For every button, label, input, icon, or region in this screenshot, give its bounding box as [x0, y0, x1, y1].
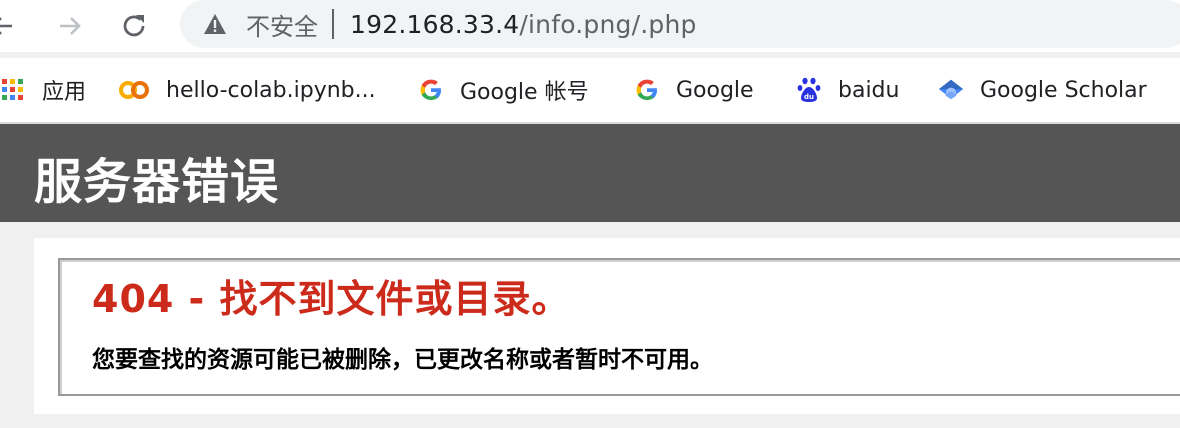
content-panel: 404 - 找不到文件或目录。 您要查找的资源可能已被删除，已更改名称或者暂时不…: [34, 238, 1180, 414]
back-arrow-icon: [0, 17, 12, 35]
forward-arrow-icon: [60, 17, 81, 35]
bookmark-google[interactable]: Google: [634, 70, 754, 110]
security-status-label[interactable]: 不安全: [246, 7, 318, 42]
google-g-icon: [634, 77, 660, 103]
google-g-icon: [418, 77, 444, 103]
reload-button[interactable]: [114, 6, 154, 46]
bookmark-label: Google: [676, 77, 754, 103]
bookmark-label: 应用: [42, 80, 87, 105]
bookmark-apps[interactable]: 应用: [0, 70, 86, 110]
baidu-paw-icon: du: [796, 77, 822, 103]
reload-icon: [123, 15, 145, 37]
bookmark-label: baidu: [838, 77, 900, 103]
colab-icon: [118, 77, 150, 103]
warning-triangle-icon[interactable]: [202, 11, 228, 37]
bookmark-label: hello-colab.ipynb...: [166, 77, 376, 103]
error-box: 404 - 找不到文件或目录。 您要查找的资源可能已被删除，已更改名称或者暂时不…: [58, 258, 1180, 396]
address-bar[interactable]: 不安全 192.168.33.4/info.png/.php: [180, 0, 1180, 48]
back-button[interactable]: [0, 6, 22, 46]
browser-toolbar: 不安全 192.168.33.4/info.png/.php: [0, 0, 1180, 52]
error-title: 404 - 找不到文件或目录。: [92, 277, 571, 321]
bookmarks-bar: 应用 hello-colab.ipynb... Google 帐号 Google…: [0, 58, 1180, 124]
forward-button[interactable]: [50, 6, 90, 46]
url-text[interactable]: 192.168.33.4/info.png/.php: [350, 10, 697, 39]
address-separator: [332, 9, 334, 39]
bookmark-google-scholar[interactable]: Google Scholar: [938, 70, 1147, 110]
url-host: 192.168.33.4: [350, 9, 520, 39]
bookmark-label: Google Scholar: [980, 77, 1147, 103]
svg-text:du: du: [804, 93, 814, 101]
google-scholar-icon: [938, 77, 964, 103]
bookmark-baidu[interactable]: du baidu: [796, 70, 899, 110]
bookmark-label: Google 帐号: [460, 80, 589, 105]
page-header: 服务器错误: [0, 124, 1180, 222]
url-path: /info.png/.php: [519, 9, 697, 39]
error-message: 您要查找的资源可能已被删除，已更改名称或者暂时不可用。: [92, 347, 713, 373]
bookmark-google-account[interactable]: Google 帐号: [418, 70, 589, 110]
page-title: 服务器错误: [34, 154, 280, 210]
apps-grid-icon: [0, 77, 26, 103]
bookmark-colab[interactable]: hello-colab.ipynb...: [118, 70, 376, 110]
